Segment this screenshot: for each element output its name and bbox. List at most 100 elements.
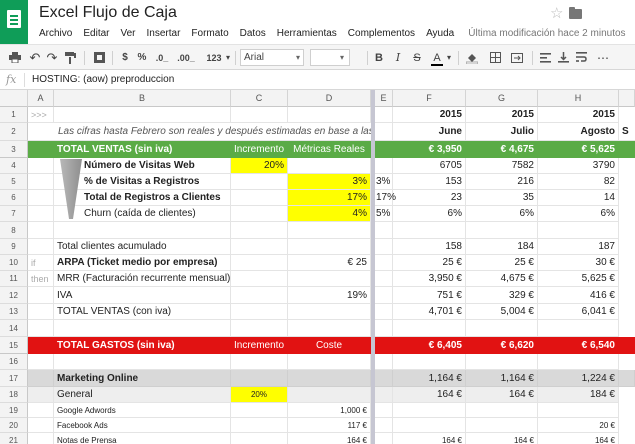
menu-ver[interactable]: Ver — [120, 28, 135, 39]
cell-c18[interactable]: 20% — [231, 387, 288, 403]
cell-c21[interactable] — [231, 433, 288, 444]
cell-e10[interactable] — [375, 255, 393, 271]
cell-f8[interactable] — [393, 222, 466, 239]
cell-d21[interactable]: 164 € — [288, 433, 371, 444]
column-header-g[interactable]: G — [466, 90, 538, 107]
menu-complementos[interactable]: Complementos — [348, 28, 415, 39]
cell-c6[interactable] — [231, 190, 288, 206]
cell-f3[interactable]: € 3,950 — [393, 141, 466, 158]
cell-h1[interactable]: 2015 — [538, 107, 619, 123]
cell-c19[interactable] — [231, 403, 288, 418]
column-header-e[interactable]: E — [375, 90, 393, 107]
cell-a14[interactable] — [28, 320, 54, 337]
cell-d10[interactable]: € 25 — [288, 255, 371, 271]
cell-h4[interactable]: 3790 — [538, 158, 619, 174]
cell-e13[interactable] — [375, 304, 393, 320]
cell-f19[interactable] — [393, 403, 466, 418]
cell-h6[interactable]: 14 — [538, 190, 619, 206]
merge-cells-icon[interactable] — [510, 49, 524, 66]
cell-f17[interactable]: 1,164 € — [393, 370, 466, 387]
paint-format-icon[interactable] — [63, 49, 77, 66]
cell-a8[interactable] — [28, 222, 54, 239]
cell-b16[interactable] — [54, 354, 231, 370]
cell-c20[interactable] — [231, 418, 288, 433]
row-header[interactable]: 6 — [0, 190, 28, 206]
row-header[interactable]: 13 — [0, 304, 28, 320]
cell-a1[interactable]: >>> — [28, 107, 54, 123]
cell-g2[interactable]: Julio — [466, 123, 538, 141]
cell-b2[interactable]: Las cifras hasta Febrero son reales y de… — [54, 123, 371, 141]
cell-d17[interactable] — [288, 370, 371, 387]
cell-h16[interactable] — [538, 354, 619, 370]
cell-b11[interactable]: MRR (Facturación recurrente mensual) — [54, 271, 231, 287]
cell-e12[interactable] — [375, 287, 393, 304]
cell-b3[interactable]: TOTAL VENTAS (sin iva) — [54, 141, 231, 158]
cell-a10[interactable]: if — [28, 255, 54, 271]
row-header[interactable]: 7 — [0, 206, 28, 222]
document-title[interactable]: Excel Flujo de Caja — [39, 4, 177, 22]
currency-format-button[interactable]: $ — [118, 49, 132, 66]
cell-f4[interactable]: 6705 — [393, 158, 466, 174]
italic-button[interactable]: I — [391, 49, 405, 66]
cell-e19[interactable] — [375, 403, 393, 418]
cell-c3[interactable]: Incremento — [231, 141, 288, 158]
cell-f5[interactable]: 153 — [393, 174, 466, 190]
cell-g20[interactable] — [466, 418, 538, 433]
cell-a6[interactable] — [28, 190, 54, 206]
valign-icon[interactable] — [556, 49, 570, 66]
menu-ayuda[interactable]: Ayuda — [426, 28, 454, 39]
cell-g9[interactable]: 184 — [466, 239, 538, 255]
cell-b20[interactable]: Facebook Ads — [54, 418, 231, 433]
cell-c14[interactable] — [231, 320, 288, 337]
cell-a15[interactable] — [28, 337, 54, 354]
cell-g7[interactable]: 6% — [466, 206, 538, 222]
cell-g6[interactable]: 35 — [466, 190, 538, 206]
cell-d4[interactable] — [288, 158, 371, 174]
cell-b19[interactable]: Google Adwords — [54, 403, 231, 418]
cell-d6[interactable]: 17% — [288, 190, 371, 206]
chevron-down-icon[interactable]: ▾ — [224, 49, 232, 66]
cell-f18[interactable]: 164 € — [393, 387, 466, 403]
cell-i15[interactable] — [619, 337, 635, 354]
cell-h17[interactable]: 1,224 € — [538, 370, 619, 387]
cell-e14[interactable] — [375, 320, 393, 337]
cell-c5[interactable] — [231, 174, 288, 190]
cell-g14[interactable] — [466, 320, 538, 337]
cell-h7[interactable]: 6% — [538, 206, 619, 222]
cell-d5[interactable]: 3% — [288, 174, 371, 190]
cell-g3[interactable]: € 4,675 — [466, 141, 538, 158]
cell-e16[interactable] — [375, 354, 393, 370]
cell-c4[interactable]: 20% — [231, 158, 288, 174]
cell-g4[interactable]: 7582 — [466, 158, 538, 174]
strikethrough-button[interactable]: S — [410, 49, 424, 66]
cell-c13[interactable] — [231, 304, 288, 320]
row-header[interactable]: 10 — [0, 255, 28, 271]
row-header[interactable]: 15 — [0, 337, 28, 354]
menu-formato[interactable]: Formato — [191, 28, 228, 39]
cell-e11[interactable] — [375, 271, 393, 287]
cell-e8[interactable] — [375, 222, 393, 239]
cell-h8[interactable] — [538, 222, 619, 239]
cell-h11[interactable]: 5,625 € — [538, 271, 619, 287]
cell-e15[interactable] — [375, 337, 393, 354]
row-header[interactable]: 5 — [0, 174, 28, 190]
cell-a11[interactable]: then — [28, 271, 54, 287]
font-select[interactable]: Arial — [240, 49, 304, 66]
cell-f20[interactable] — [393, 418, 466, 433]
folder-icon[interactable] — [569, 7, 582, 19]
wrap-text-icon[interactable] — [574, 49, 588, 66]
cell-a17[interactable] — [28, 370, 54, 387]
bold-button[interactable]: B — [372, 49, 386, 66]
cell-i3[interactable] — [619, 141, 635, 158]
cell-f13[interactable]: 4,701 € — [393, 304, 466, 320]
cell-b13[interactable]: TOTAL VENTAS (con iva) — [54, 304, 231, 320]
row-header[interactable]: 16 — [0, 354, 28, 370]
cell-h9[interactable]: 187 — [538, 239, 619, 255]
menu-insertar[interactable]: Insertar — [147, 28, 181, 39]
cell-a18[interactable] — [28, 387, 54, 403]
cell-d13[interactable] — [288, 304, 371, 320]
menu-datos[interactable]: Datos — [240, 28, 266, 39]
cell-f10[interactable]: 25 € — [393, 255, 466, 271]
cell-h14[interactable] — [538, 320, 619, 337]
cell-b8[interactable] — [54, 222, 231, 239]
